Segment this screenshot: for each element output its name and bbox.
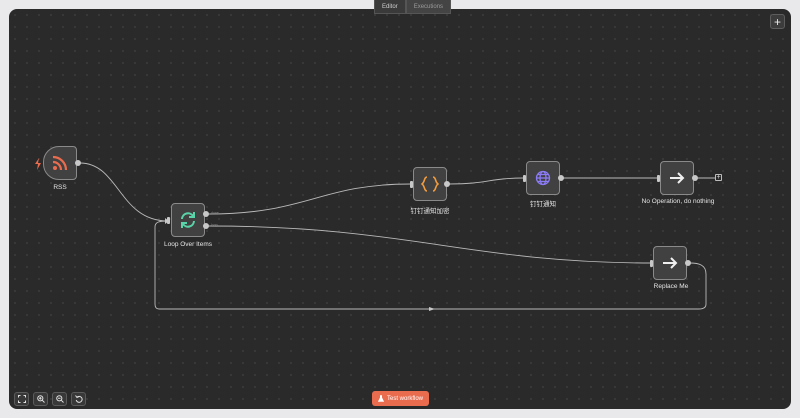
- loop-done-handle[interactable]: [203, 211, 209, 217]
- loop-input-handle[interactable]: [167, 217, 170, 224]
- node-no-operation[interactable]: [660, 161, 694, 195]
- workflow-canvas[interactable]: RSS done loop Loop Over Items 钉钉通知加密 钉钉通…: [9, 9, 791, 409]
- open-nodes-panel-button[interactable]: +: [770, 14, 785, 29]
- wire-rss-loop: [79, 162, 169, 222]
- node-notify-label: 钉钉通知: [530, 201, 556, 208]
- zoom-out-button[interactable]: [52, 392, 67, 406]
- zoom-to-fit-button[interactable]: [14, 392, 29, 406]
- arrow-right-icon: [663, 257, 678, 269]
- node-encrypt[interactable]: [413, 167, 447, 201]
- arrow-right-icon: [670, 172, 685, 184]
- globe-icon: [535, 170, 551, 186]
- node-replace-me[interactable]: [653, 246, 687, 280]
- rss-icon: [52, 155, 68, 171]
- tab-editor[interactable]: Editor: [374, 0, 406, 14]
- loop-loop-label: loop: [211, 223, 218, 227]
- refresh-icon: [181, 212, 195, 228]
- node-loop-label: Loop Over Items: [163, 241, 213, 248]
- view-tabs: Editor Executions: [374, 0, 452, 14]
- wire-loop-encrypt: [207, 183, 412, 215]
- loop-loop-handle[interactable]: [203, 223, 209, 229]
- trigger-bolt-icon: [35, 158, 41, 170]
- loop-done-label: done: [211, 211, 219, 215]
- zoom-in-icon: [36, 395, 45, 403]
- replace-output-handle[interactable]: [685, 260, 691, 266]
- fit-view-icon: [17, 395, 26, 403]
- wire-loop-replace: [207, 225, 653, 264]
- test-workflow-button[interactable]: Test workflow: [372, 391, 429, 406]
- wire-arrow: [429, 307, 435, 311]
- wire-replace-back: [154, 220, 707, 310]
- flask-icon: [377, 395, 384, 402]
- connections: [79, 162, 715, 311]
- undo-icon: [74, 395, 83, 403]
- tab-executions[interactable]: Executions: [405, 0, 452, 14]
- notify-output-handle[interactable]: [558, 175, 564, 181]
- node-replace-label: Replace Me: [653, 283, 689, 290]
- noop-output-handle[interactable]: [692, 175, 698, 181]
- node-notify[interactable]: [526, 161, 560, 195]
- node-rss[interactable]: [43, 146, 77, 180]
- node-encrypt-label: 钉钉通知加密: [410, 208, 450, 215]
- add-node-button[interactable]: +: [715, 174, 722, 181]
- node-rss-label: RSS: [53, 184, 67, 191]
- node-noop-label: No Operation, do nothing: [641, 198, 715, 205]
- rss-output-handle[interactable]: [75, 160, 81, 166]
- zoom-out-icon: [55, 395, 64, 403]
- wire-encrypt-notify: [448, 177, 525, 185]
- encrypt-output-handle[interactable]: [444, 181, 450, 187]
- code-icon: [421, 176, 439, 192]
- zoom-in-button[interactable]: [33, 392, 48, 406]
- reset-zoom-button[interactable]: [71, 392, 86, 406]
- test-workflow-label: Test workflow: [386, 395, 423, 402]
- node-loop-over-items[interactable]: [171, 203, 205, 237]
